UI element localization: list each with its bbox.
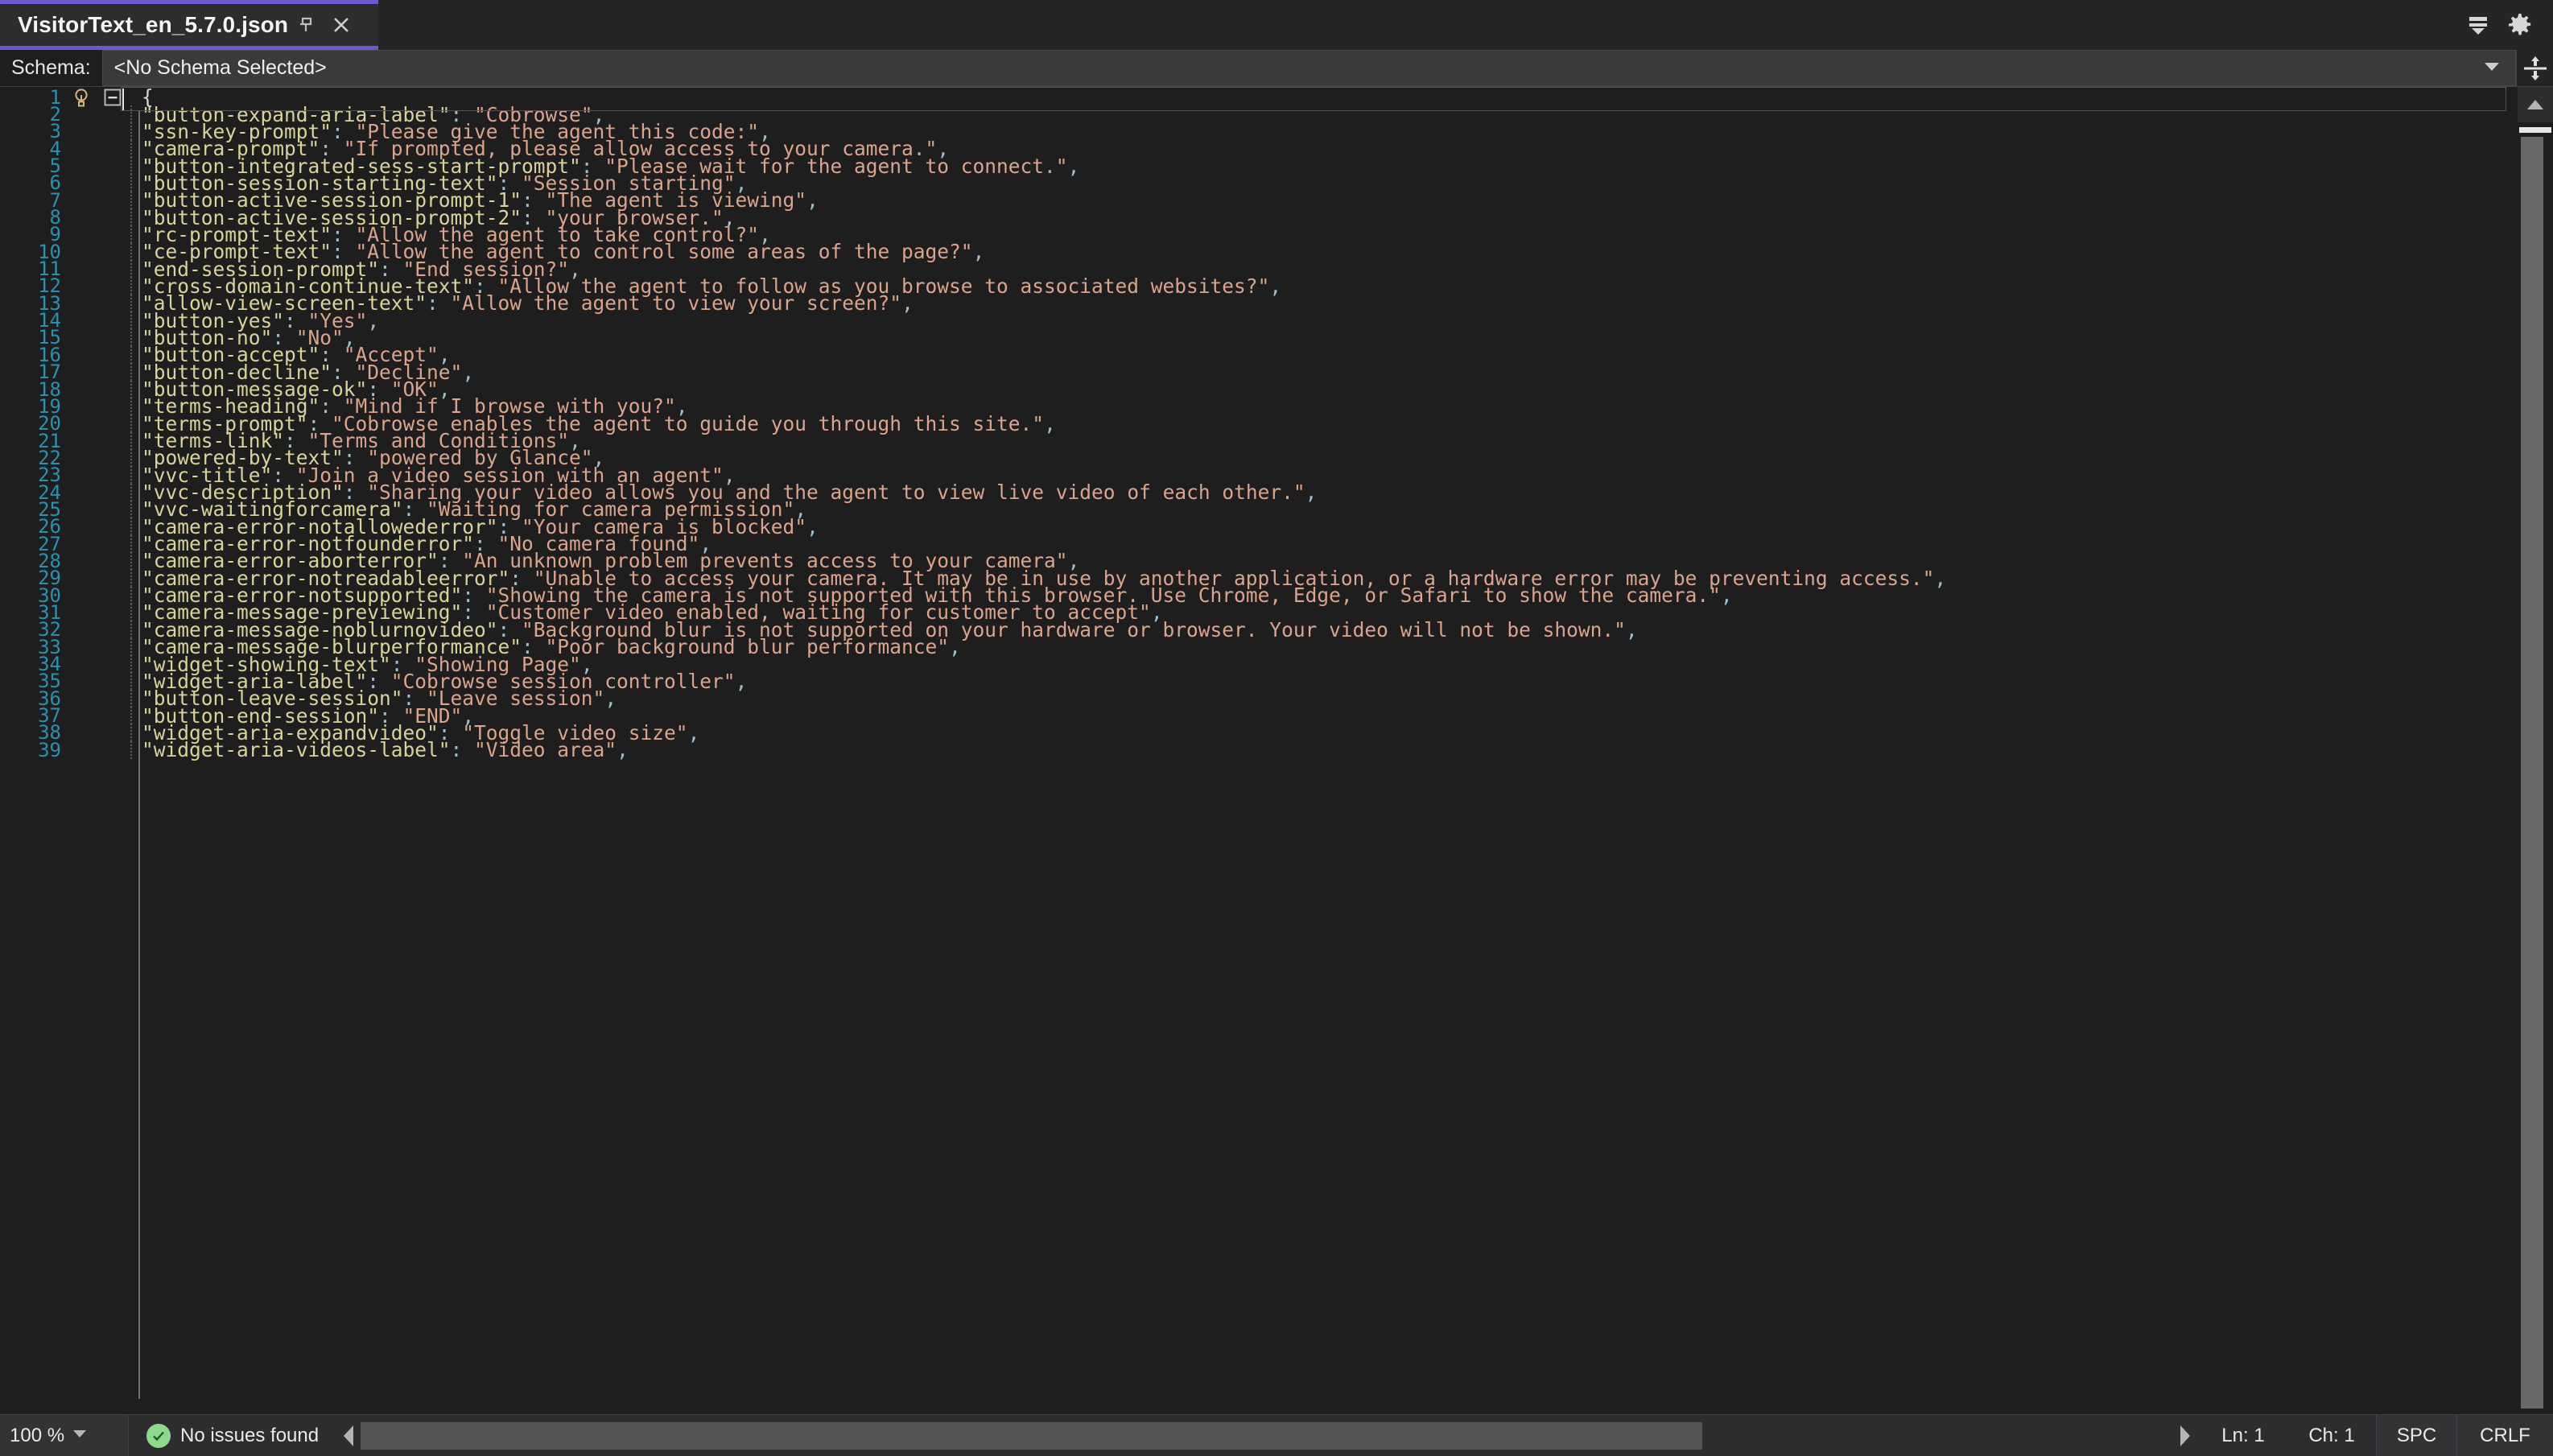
vertical-scroll-thumb[interactable] (2521, 137, 2543, 1409)
schema-select-value: <No Schema Selected> (113, 56, 327, 79)
scroll-up-button[interactable] (2518, 87, 2553, 122)
scroll-position-marker (2519, 127, 2551, 133)
tab-strip-actions (2460, 0, 2553, 50)
split-horizontal-icon[interactable] (2516, 50, 2553, 86)
vertical-scroll-track[interactable] (2518, 122, 2553, 1414)
check-circle-icon (146, 1423, 171, 1448)
fold-guide-line (138, 111, 140, 1399)
code-lines[interactable]: 1{2 "button-expand-aria-label": "Cobrowse… (0, 87, 2518, 762)
triangle-left-icon[interactable] (338, 1424, 361, 1448)
vertical-scrollbar[interactable] (2518, 87, 2553, 1414)
tab-strip: VisitorText_en_5.7.0.json (0, 0, 2553, 50)
tab-title: VisitorText_en_5.7.0.json (18, 12, 289, 37)
issues-indicator[interactable]: No issues found (129, 1415, 335, 1456)
document-tab-visitortext-json[interactable]: VisitorText_en_5.7.0.json (0, 0, 378, 50)
zoom-level-control[interactable]: 100 % (0, 1415, 129, 1456)
close-icon[interactable] (324, 0, 359, 50)
status-indentation[interactable]: SPC (2376, 1415, 2456, 1456)
editor-area: 1{2 "button-expand-aria-label": "Cobrowse… (0, 87, 2553, 1414)
horizontal-scroll-thumb[interactable] (361, 1421, 1702, 1450)
line-number: 39 (38, 738, 61, 761)
pin-icon[interactable] (288, 0, 324, 50)
chevron-down-icon[interactable] (2480, 58, 2504, 78)
chevron-down-icon[interactable] (71, 1428, 89, 1443)
status-line-endings[interactable]: CRLF (2456, 1415, 2553, 1456)
status-bar: 100 % No issues found Ln: 1 Ch: 1 SPC CR… (0, 1414, 2553, 1456)
text-caret (122, 89, 124, 110)
horizontal-scrollbar[interactable] (335, 1415, 2199, 1456)
code-line[interactable]: 14 "button-yes": "Yes", (0, 309, 2518, 332)
issues-text: No issues found (180, 1424, 320, 1446)
code-text: "widget-aria-videos-label": "Video area"… (142, 738, 629, 762)
zoom-level-value: 100 % (10, 1424, 65, 1446)
collapse-down-icon[interactable] (2460, 0, 2497, 50)
horizontal-scroll-track[interactable] (361, 1421, 2173, 1450)
schema-bar: Schema: <No Schema Selected> (0, 50, 2553, 87)
triangle-right-icon[interactable] (2173, 1424, 2196, 1448)
code-line[interactable]: 39 "widget-aria-videos-label": "Video are… (0, 738, 2518, 762)
status-column-number: Ch: 1 (2308, 1424, 2355, 1446)
status-line-number: Ln: 1 (2221, 1424, 2265, 1446)
code-editor[interactable]: 1{2 "button-expand-aria-label": "Cobrowse… (0, 87, 2518, 1414)
gear-icon[interactable] (2501, 0, 2539, 50)
visual-studio-window: VisitorText_en_5.7.0.json Schema: <No Sc… (0, 0, 2553, 1456)
schema-select[interactable]: <No Schema Selected> (101, 50, 2516, 86)
schema-label: Schema: (11, 56, 91, 79)
